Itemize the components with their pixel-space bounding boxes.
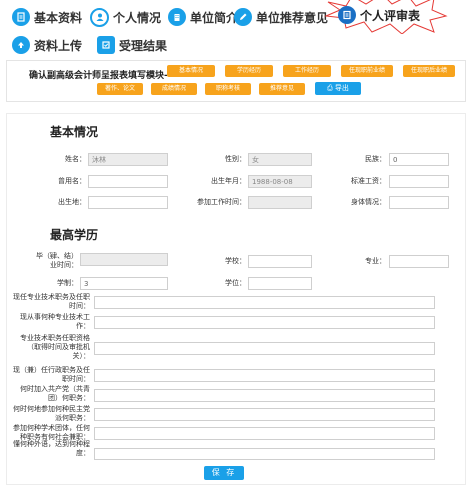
tab-basic-situation[interactable]: 基本情况 — [167, 65, 215, 77]
tab-achievements[interactable]: 成绩情况 — [151, 83, 197, 95]
nav-item-basic-info[interactable]: 基本资料 — [12, 6, 82, 28]
current-work-field[interactable] — [94, 316, 435, 329]
democratic-party-field[interactable] — [94, 408, 435, 421]
qualification-field[interactable] — [94, 342, 435, 355]
name-field[interactable]: 沐林 — [88, 153, 168, 166]
birthplace-label: 出生地： — [58, 198, 86, 206]
ethnic-field[interactable]: 0 — [389, 153, 449, 166]
top-nav: 基本资料 个人情况 单位简介 单位推荐意见 个人评审表 资料上传 受理结果 — [0, 0, 470, 62]
current-title-label: 现任专业技术职务及任职时间： — [13, 293, 90, 310]
grad-time-label: 毕（肄、结）业时间： — [36, 252, 78, 269]
nav-item-unit-recommend[interactable]: 单位推荐意见 — [234, 6, 328, 28]
name-label: 姓名： — [65, 155, 86, 163]
major-field[interactable] — [389, 255, 449, 268]
nav-label: 个人评审表 — [360, 8, 421, 23]
admin-post-field[interactable] — [94, 369, 435, 382]
nav-label: 个人情况 — [113, 10, 162, 25]
health-label: 身体情况： — [351, 198, 386, 206]
former-name-field[interactable] — [88, 175, 168, 188]
academic-group-field[interactable] — [94, 427, 435, 440]
tab-title-assessment[interactable]: 职称考核 — [205, 83, 251, 95]
export-button[interactable]: ⎙ 导出 — [315, 82, 361, 95]
salary-label: 标准工资： — [351, 177, 386, 185]
ethnic-label: 民族： — [365, 155, 386, 163]
qualification-label: 专业技术职务任职资格（取得时间及审批机关）： — [20, 334, 90, 360]
tab-post-performance[interactable]: 任现职后业绩 — [403, 65, 455, 77]
birth-label: 出生年月： — [211, 177, 246, 185]
section-title-basic: 基本情况 — [50, 125, 99, 139]
democratic-party-label: 何时何地参加何种民主党派何职务： — [13, 405, 90, 422]
current-title-field[interactable] — [94, 296, 435, 309]
nav-label: 基本资料 — [34, 10, 83, 25]
birthplace-field[interactable] — [88, 196, 168, 209]
health-field[interactable] — [389, 196, 449, 209]
former-name-label: 曾用名： — [58, 177, 86, 185]
section-title-education: 最高学历 — [50, 228, 99, 242]
duration-field[interactable]: 3 — [80, 277, 168, 290]
party-field[interactable] — [94, 389, 435, 402]
language-label: 懂何种外语，达到何种程度： — [13, 440, 90, 457]
degree-label: 学位： — [225, 279, 246, 287]
tab-pre-performance[interactable]: 任现职前业绩 — [341, 65, 393, 77]
degree-field[interactable] — [248, 277, 312, 290]
grad-time-field[interactable] — [80, 253, 168, 266]
export-label: 导出 — [334, 84, 349, 92]
form-icon — [338, 6, 356, 24]
building-icon — [168, 8, 186, 26]
nav-label: 单位简介 — [190, 10, 239, 25]
party-label: 何时加入共产党（共青团）何职务： — [20, 385, 90, 402]
upload-icon — [12, 36, 30, 54]
tab-publications[interactable]: 著作、论文 — [97, 83, 143, 95]
gender-field[interactable]: 女 — [248, 153, 312, 166]
tab-work-history[interactable]: 工作经历 — [283, 65, 331, 77]
save-button[interactable]: 保 存 — [204, 466, 244, 480]
tab-education[interactable]: 学历经历 — [225, 65, 273, 77]
major-label: 专业： — [365, 257, 386, 265]
nav-label: 资料上传 — [34, 38, 83, 53]
nav-label: 受理结果 — [119, 38, 168, 53]
result-icon — [97, 36, 115, 54]
work-start-label: 参加工作时间： — [197, 198, 246, 206]
birth-field[interactable]: 1988-08-08 — [248, 175, 312, 188]
nav-item-upload[interactable]: 资料上传 — [12, 34, 82, 56]
module-toolbar: 确认副高级会计师呈报表填写模块- 基本情况 学历经历 工作经历 任现职前业绩 任… — [6, 60, 466, 102]
module-title: 确认副高级会计师呈报表填写模块- — [29, 71, 168, 81]
salary-field[interactable] — [389, 175, 449, 188]
nav-item-unit-intro[interactable]: 单位简介 — [168, 6, 238, 28]
document-icon — [12, 8, 30, 26]
nav-label: 单位推荐意见 — [256, 10, 329, 25]
user-icon — [90, 7, 109, 27]
gender-label: 性别： — [225, 155, 246, 163]
language-field[interactable] — [94, 448, 435, 460]
work-start-field[interactable] — [248, 196, 312, 209]
nav-item-personal[interactable]: 个人情况 — [90, 6, 161, 28]
tab-recommendation[interactable]: 推荐意见 — [259, 83, 305, 95]
admin-post-label: 现（兼）任行政职务及任职时间： — [13, 366, 90, 383]
current-work-label: 现从事何种专业技术工作： — [20, 313, 90, 330]
school-label: 学校： — [225, 257, 246, 265]
duration-label: 学制： — [57, 279, 78, 287]
printer-icon: ⎙ — [327, 84, 333, 92]
nav-item-result[interactable]: 受理结果 — [97, 34, 167, 56]
school-field[interactable] — [248, 255, 312, 268]
nav-item-personal-review[interactable]: 个人评审表 — [338, 4, 420, 26]
edit-icon — [234, 8, 252, 26]
